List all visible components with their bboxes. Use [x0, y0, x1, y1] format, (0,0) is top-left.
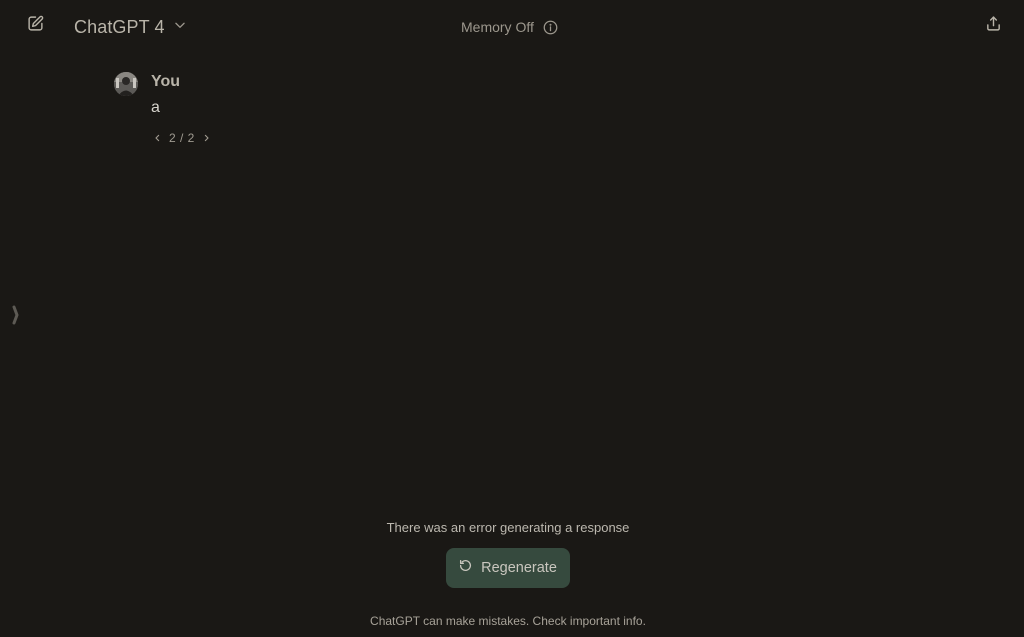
memory-status-label: Memory Off [461, 19, 534, 35]
new-chat-button[interactable] [22, 13, 48, 39]
chevron-right-icon[interactable] [201, 131, 213, 145]
chevron-left-icon[interactable] [151, 131, 163, 145]
memory-status: Memory Off [461, 16, 559, 38]
error-message: There was an error generating a response [386, 520, 630, 535]
sidebar-toggle-button[interactable] [10, 305, 22, 330]
chat-page: ChatGPT 4 Memory Off You a 2 / 2 There w… [0, 0, 1024, 637]
regenerate-label: Regenerate [481, 560, 557, 576]
version-count: 2 / 2 [169, 131, 195, 145]
message-text: a [151, 99, 160, 116]
footer-disclaimer: ChatGPT can make mistakes. Check importa… [370, 614, 646, 628]
share-button[interactable] [980, 13, 1006, 39]
info-icon[interactable] [543, 19, 559, 35]
refresh-icon [459, 559, 472, 577]
chevron-down-icon [173, 18, 187, 37]
regenerate-button[interactable]: Regenerate [446, 548, 570, 588]
user-avatar [114, 72, 138, 96]
message-author: You [151, 73, 181, 90]
sidebar-toggle-icon [12, 305, 20, 330]
model-selector-button[interactable]: ChatGPT 4 [74, 14, 187, 40]
edit-icon [27, 15, 44, 37]
message-version-pager: 2 / 2 [151, 130, 213, 146]
share-icon [985, 15, 1002, 37]
model-name: ChatGPT 4 [74, 16, 165, 37]
